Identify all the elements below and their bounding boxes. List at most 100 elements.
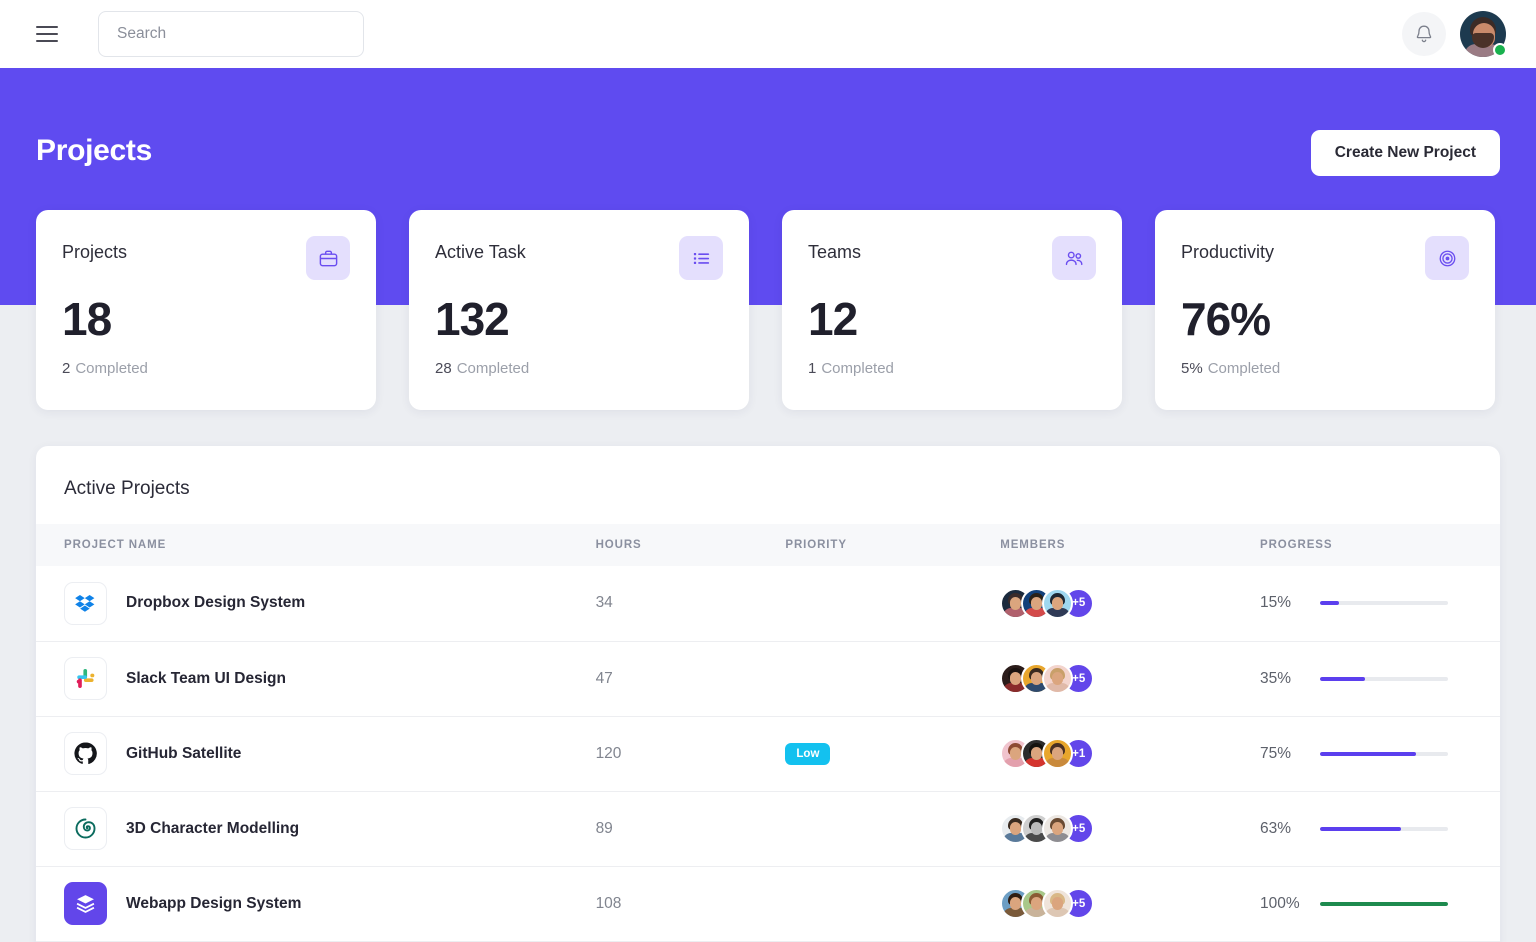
users-icon	[1052, 236, 1096, 280]
progress-track	[1320, 902, 1448, 906]
project-name: Dropbox Design System	[126, 594, 305, 612]
stat-sub-number: 5%	[1181, 360, 1203, 377]
projects-table: PROJECT NAME HOURS PRIORITY MEMBERS PROG…	[36, 524, 1500, 942]
stat-subtext: 1 Completed	[808, 360, 1096, 377]
project-hours: 47	[596, 670, 613, 687]
member-avatar	[1042, 738, 1073, 769]
progress-fill	[1320, 827, 1401, 831]
project-hours: 108	[596, 895, 622, 912]
stat-subtext: 2 Completed	[62, 360, 350, 377]
stat-cards-row: Projects 18 2Completed Active Task	[36, 210, 1500, 410]
member-avatar	[1042, 663, 1073, 694]
active-projects-panel: Active Projects PROJECT NAME HOURS PRIOR…	[36, 446, 1500, 942]
progress-fill	[1320, 902, 1448, 906]
progress-track	[1320, 827, 1448, 831]
page-title: Projects	[36, 134, 152, 168]
progress-percent: 75%	[1260, 745, 1306, 763]
table-row[interactable]: Webapp Design System 108 +5	[36, 866, 1500, 941]
stat-value: 132	[435, 296, 723, 342]
progress-percent: 15%	[1260, 594, 1306, 612]
target-icon	[1425, 236, 1469, 280]
progress-cell: 15%	[1260, 594, 1500, 612]
bell-icon	[1414, 24, 1434, 45]
member-avatars: +5	[1000, 813, 1260, 844]
stat-value: 18	[62, 296, 350, 342]
stat-subtext: 5% Completed	[1181, 360, 1469, 377]
online-status-indicator	[1493, 43, 1507, 57]
member-avatar	[1042, 888, 1073, 919]
table-row[interactable]: Dropbox Design System 34 +5	[36, 566, 1500, 641]
search-field-wrapper	[98, 11, 364, 57]
shopify-logo	[64, 807, 107, 850]
progress-fill	[1320, 752, 1416, 756]
panel-title: Active Projects	[36, 446, 1500, 500]
stat-sub-label: Completed	[1208, 360, 1281, 377]
avatar[interactable]	[1460, 11, 1506, 57]
table-row[interactable]: GitHub Satellite 120 Low +1	[36, 716, 1500, 791]
member-avatars: +5	[1000, 888, 1260, 919]
github-logo	[64, 732, 107, 775]
member-avatar	[1042, 588, 1073, 619]
progress-cell: 35%	[1260, 670, 1500, 688]
briefcase-icon	[306, 236, 350, 280]
project-name: 3D Character Modelling	[126, 820, 299, 838]
stat-sub-label: Completed	[457, 360, 530, 377]
progress-percent: 35%	[1260, 670, 1306, 688]
stat-sub-label: Completed	[821, 360, 894, 377]
table-header: PROJECT NAME HOURS PRIORITY MEMBERS PROG…	[36, 524, 1500, 566]
table-header-row: PROJECT NAME HOURS PRIORITY MEMBERS PROG…	[36, 524, 1500, 566]
stat-card-projects: Projects 18 2Completed	[36, 210, 376, 410]
progress-cell: 63%	[1260, 820, 1500, 838]
project-name: Slack Team UI Design	[126, 670, 286, 688]
stat-card-teams: Teams 12 1 Completed	[782, 210, 1122, 410]
project-name: GitHub Satellite	[126, 745, 241, 763]
top-bar-actions	[1402, 11, 1512, 57]
member-avatars: +5	[1000, 588, 1260, 619]
layers-logo	[64, 882, 107, 925]
project-hours: 89	[596, 820, 613, 837]
progress-track	[1320, 677, 1448, 681]
stat-card-active-task: Active Task 132 28 Completed	[409, 210, 749, 410]
progress-track	[1320, 601, 1448, 605]
progress-percent: 63%	[1260, 820, 1306, 838]
column-header-hours: HOURS	[596, 524, 786, 566]
priority-badge: Low	[785, 743, 830, 765]
column-header-priority: PRIORITY	[785, 524, 1000, 566]
column-header-progress: PROGRESS	[1260, 524, 1500, 566]
column-header-project-name: PROJECT NAME	[36, 524, 596, 566]
top-bar	[0, 0, 1536, 68]
stat-label: Teams	[808, 236, 861, 263]
project-name: Webapp Design System	[126, 895, 301, 913]
search-input[interactable]	[98, 11, 364, 57]
hamburger-icon[interactable]	[36, 21, 62, 47]
stat-label: Productivity	[1181, 236, 1274, 263]
progress-fill	[1320, 601, 1339, 605]
dropbox-logo	[64, 582, 107, 625]
table-row[interactable]: 3D Character Modelling 89 +5	[36, 791, 1500, 866]
stat-sub-number: 2	[62, 360, 70, 377]
stat-card-productivity: Productivity 76% 5%Completed	[1155, 210, 1495, 410]
stat-sub-label: Completed	[75, 360, 148, 377]
member-avatar	[1042, 813, 1073, 844]
progress-percent: 100%	[1260, 895, 1306, 913]
stat-sub-number: 1	[808, 360, 816, 377]
slack-logo	[64, 657, 107, 700]
progress-fill	[1320, 677, 1365, 681]
progress-track	[1320, 752, 1448, 756]
stat-value: 12	[808, 296, 1096, 342]
progress-cell: 75%	[1260, 745, 1500, 763]
project-hours: 34	[596, 594, 613, 611]
create-new-project-button[interactable]: Create New Project	[1311, 130, 1500, 176]
stat-label: Active Task	[435, 236, 526, 263]
project-hours: 120	[596, 745, 622, 762]
member-avatars: +5	[1000, 663, 1260, 694]
dashboard-page: Projects Create New Project Projects 18 …	[0, 0, 1536, 942]
progress-cell: 100%	[1260, 895, 1500, 913]
notifications-button[interactable]	[1402, 12, 1446, 56]
table-row[interactable]: Slack Team UI Design 47 +5	[36, 641, 1500, 716]
table-body: Dropbox Design System 34 +5	[36, 566, 1500, 941]
member-avatars: +1	[1000, 738, 1260, 769]
column-header-members: MEMBERS	[1000, 524, 1260, 566]
list-icon	[679, 236, 723, 280]
stat-sub-number: 28	[435, 360, 452, 377]
